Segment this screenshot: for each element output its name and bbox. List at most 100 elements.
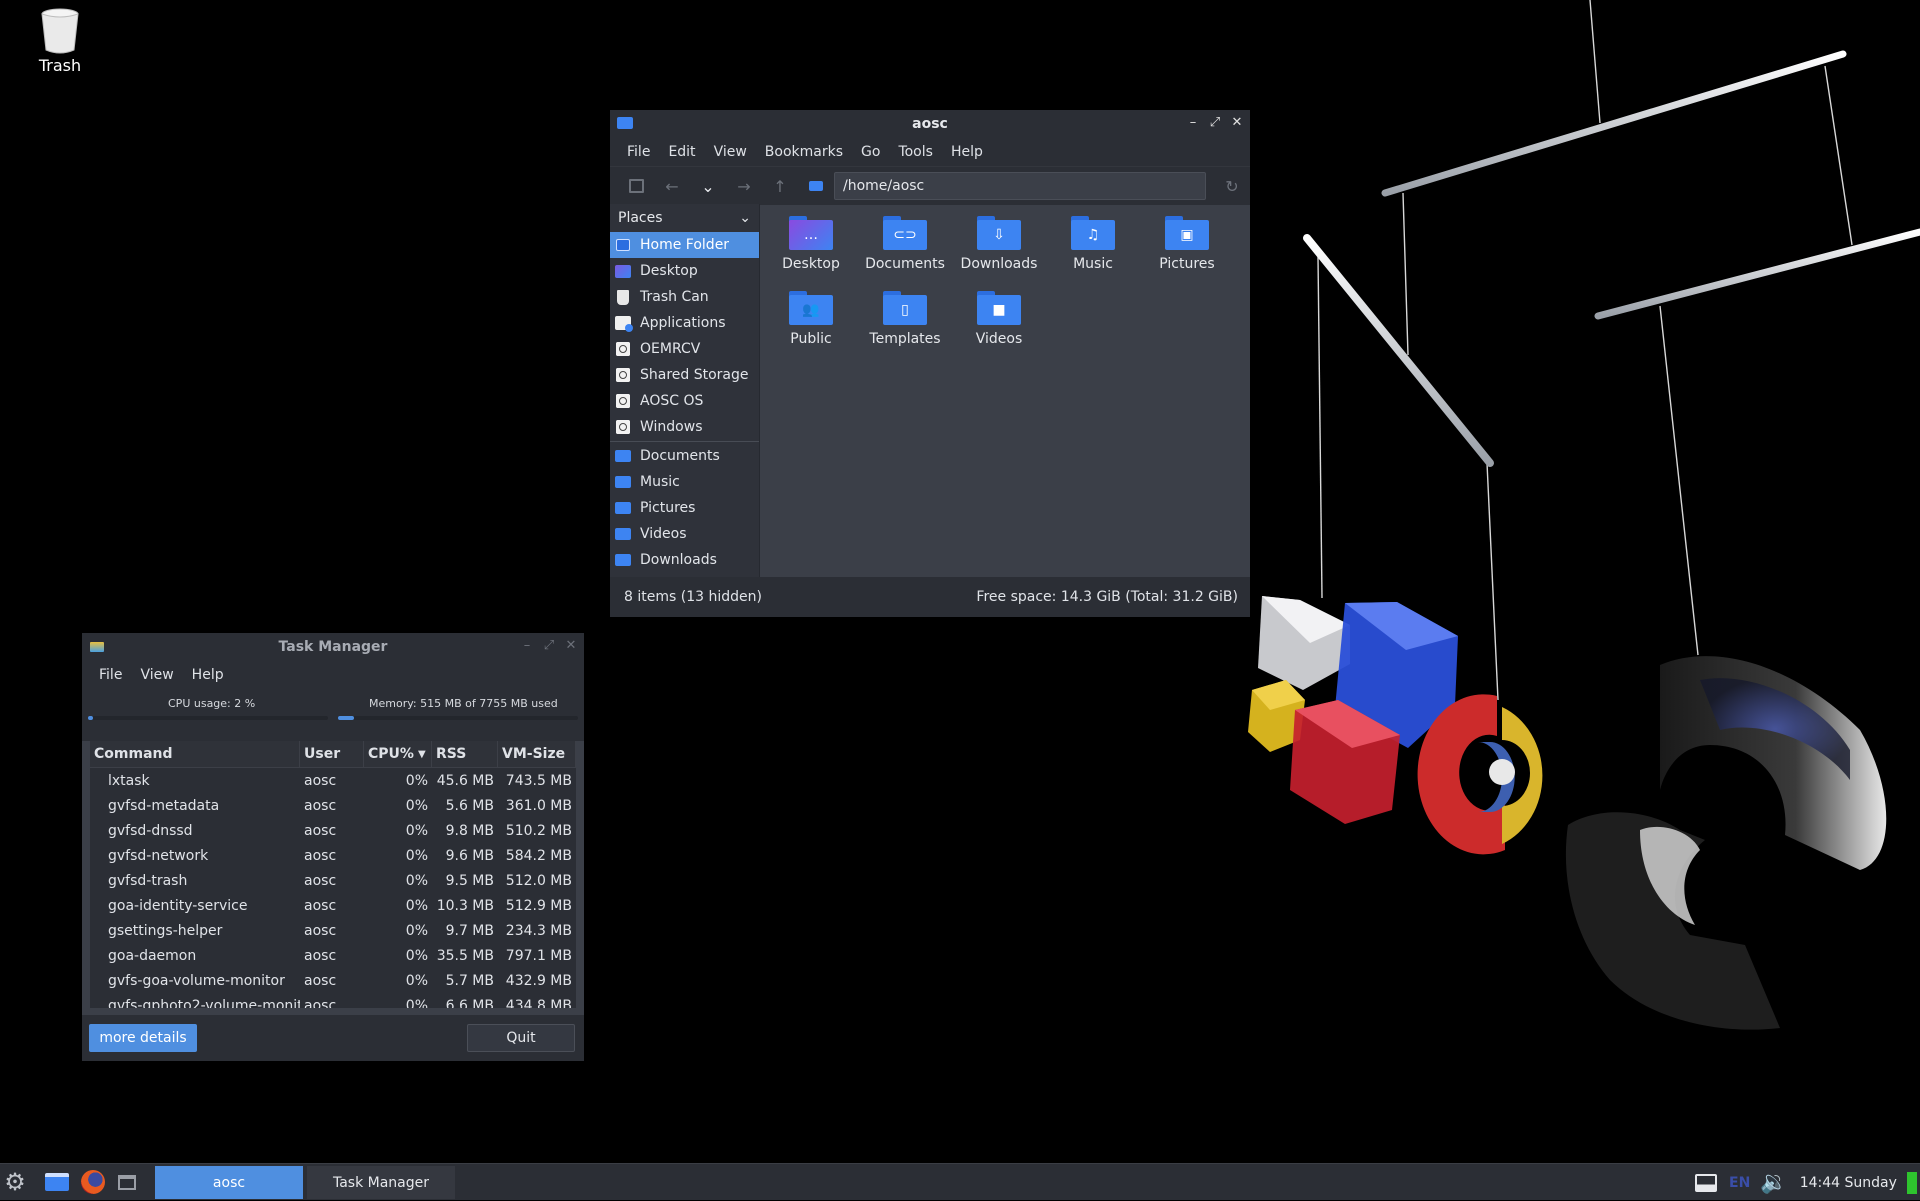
keyboard-layout[interactable]: EN <box>1729 1175 1750 1191</box>
places-sidebar: Places ⌄ Home Folder Desktop Trash Can Appl… <box>610 204 760 577</box>
maximize-button[interactable]: ⤢ <box>1208 115 1222 131</box>
menu-edit[interactable]: Edit <box>659 144 704 160</box>
table-row[interactable]: gvfsd-dnssd aosc 0% 9.8 MB 510.2 MB <box>90 818 576 843</box>
sidebar-item-oemrcv[interactable]: OEMRCV <box>610 336 759 362</box>
table-row[interactable]: gvfsd-metadata aosc 0% 5.6 MB 361.0 MB <box>90 793 576 818</box>
quit-button[interactable]: Quit <box>467 1024 575 1052</box>
menu-help[interactable]: Help <box>183 667 233 683</box>
menu-bookmarks[interactable]: Bookmarks <box>756 144 852 160</box>
file-manager-launcher[interactable] <box>44 1169 70 1195</box>
task-manager-footer: more details Quit <box>82 1015 584 1061</box>
clock[interactable]: 14:44 Sunday <box>1800 1175 1897 1191</box>
volume-icon[interactable]: 🔉 <box>1760 1170 1787 1195</box>
process-command: goa-daemon <box>108 947 197 964</box>
sort-down-icon: ▼ <box>417 748 426 760</box>
sidebar-item-pictures[interactable]: Pictures <box>610 495 759 521</box>
column-user[interactable]: User <box>300 741 364 767</box>
close-button[interactable]: ✕ <box>564 638 578 654</box>
process-user: aosc <box>304 922 337 939</box>
taskbar-button-aosc[interactable]: aosc <box>155 1166 303 1199</box>
table-row[interactable]: gvfs-goa-volume-monitor aosc 0% 5.7 MB 432.9… <box>90 968 576 993</box>
process-command: lxtask <box>108 772 150 789</box>
table-row[interactable]: gsettings-helper aosc 0% 9.7 MB 234.3 MB <box>90 918 576 943</box>
sidebar-item-shared-storage[interactable]: Shared Storage <box>610 362 759 388</box>
table-row[interactable]: gvfsd-trash aosc 0% 9.5 MB 512.0 MB <box>90 868 576 893</box>
table-row[interactable]: goa-identity-service aosc 0% 10.3 MB 512.9 M… <box>90 893 576 918</box>
process-user: aosc <box>304 972 337 989</box>
table-row[interactable]: gvfs-gphoto2-volume-monitor aosc 0% 6.6 MB 4… <box>90 993 576 1009</box>
path-input[interactable]: /home/aosc <box>834 172 1206 200</box>
sidebar-item-desktop[interactable]: Desktop <box>610 258 759 284</box>
sidebar-item-home-folder[interactable]: Home Folder <box>610 232 759 258</box>
menu-tools[interactable]: Tools <box>889 144 942 160</box>
column-cpu-label: CPU% <box>368 746 414 762</box>
back-button[interactable]: ← <box>654 171 690 201</box>
file-item-pictures[interactable]: ▣ Pictures <box>1142 216 1232 272</box>
process-command: gvfsd-dnssd <box>108 822 193 839</box>
sidebar-item-trash-can[interactable]: Trash Can <box>610 284 759 310</box>
home-icon <box>809 181 823 191</box>
process-rss: 9.8 MB <box>445 822 494 839</box>
column-cpu[interactable]: CPU% ▼ <box>364 741 432 767</box>
desktop-trash[interactable]: Trash <box>18 8 102 75</box>
file-item-music[interactable]: ♫ Music <box>1048 216 1138 272</box>
column-rss[interactable]: RSS <box>432 741 498 767</box>
sidebar-item-music[interactable]: Music <box>610 469 759 495</box>
menu-file[interactable]: File <box>90 667 131 683</box>
sidebar-item-aosc-os[interactable]: AOSC OS <box>610 388 759 414</box>
sidebar-item-windows[interactable]: Windows <box>610 414 759 440</box>
close-button[interactable]: ✕ <box>1230 115 1244 131</box>
menu-go[interactable]: Go <box>852 144 889 160</box>
menu-help[interactable]: Help <box>942 144 992 160</box>
back-arrow-icon: ← <box>665 176 679 196</box>
network-icon[interactable] <box>1695 1173 1717 1192</box>
table-row[interactable]: goa-daemon aosc 0% 35.5 MB 797.1 MB <box>90 943 576 968</box>
file-item-documents[interactable]: ⊂⊃ Documents <box>860 216 950 272</box>
process-user: aosc <box>304 872 337 889</box>
forward-button[interactable]: → <box>726 171 762 201</box>
file-manager-titlebar[interactable]: aosc – ⤢ ✕ <box>610 110 1250 138</box>
sidebar-item-documents[interactable]: Documents <box>610 443 759 469</box>
file-item-videos[interactable]: ■ Videos <box>954 291 1044 347</box>
sidebar-item-applications[interactable]: Applications <box>610 310 759 336</box>
process-rss: 5.7 MB <box>445 972 494 989</box>
process-rss: 6.6 MB <box>445 997 494 1009</box>
process-vm-size: 797.1 MB <box>505 947 572 964</box>
menu-file[interactable]: File <box>618 144 659 160</box>
file-item-templates[interactable]: ▯ Templates <box>860 291 950 347</box>
table-row[interactable]: lxtask aosc 0% 45.6 MB 743.5 MB <box>90 768 576 793</box>
menu-view[interactable]: View <box>705 144 756 160</box>
new-tab-button[interactable] <box>618 171 654 201</box>
menubar: File Edit View Bookmarks Go Tools Help <box>610 138 1250 166</box>
sidebar-item-label: Videos <box>640 526 687 542</box>
app-menu-button[interactable]: ⚙ <box>2 1169 28 1195</box>
taskbar-button-task-manager[interactable]: Task Manager <box>307 1166 455 1199</box>
column-command[interactable]: Command <box>90 741 300 767</box>
file-item-desktop[interactable]: … Desktop <box>766 216 856 272</box>
chevron-down-icon: ⌄ <box>739 210 751 226</box>
more-details-button[interactable]: more details <box>89 1024 197 1052</box>
downloads-folder-icon <box>614 552 632 568</box>
file-item-downloads[interactable]: ⇩ Downloads <box>954 216 1044 272</box>
maximize-button[interactable]: ⤢ <box>542 638 556 654</box>
battery-icon[interactable] <box>1906 1171 1917 1194</box>
minimize-button[interactable]: – <box>1186 115 1200 131</box>
file-item-public[interactable]: 👥 Public <box>766 291 856 347</box>
sidebar-item-downloads[interactable]: Downloads <box>610 547 759 573</box>
history-button[interactable]: ⌄ <box>690 171 726 201</box>
column-vm-size[interactable]: VM-Size <box>498 741 576 767</box>
up-button[interactable]: ↑ <box>762 171 798 201</box>
sidebar-item-videos[interactable]: Videos <box>610 521 759 547</box>
home-button[interactable] <box>798 171 834 201</box>
reload-button[interactable]: ↻ <box>1214 171 1250 201</box>
table-row[interactable]: gvfsd-network aosc 0% 9.6 MB 584.2 MB <box>90 843 576 868</box>
browser-launcher[interactable] <box>80 1169 106 1195</box>
minimize-button[interactable]: – <box>520 638 534 654</box>
menu-view[interactable]: View <box>131 667 182 683</box>
process-rss: 5.6 MB <box>445 797 494 814</box>
sidebar-item-label: AOSC OS <box>640 393 704 409</box>
task-manager-titlebar[interactable]: Task Manager – ⤢ ✕ <box>82 633 584 661</box>
process-cpu: 0% <box>405 797 428 814</box>
places-header[interactable]: Places ⌄ <box>610 204 759 232</box>
show-desktop-button[interactable] <box>114 1169 140 1195</box>
